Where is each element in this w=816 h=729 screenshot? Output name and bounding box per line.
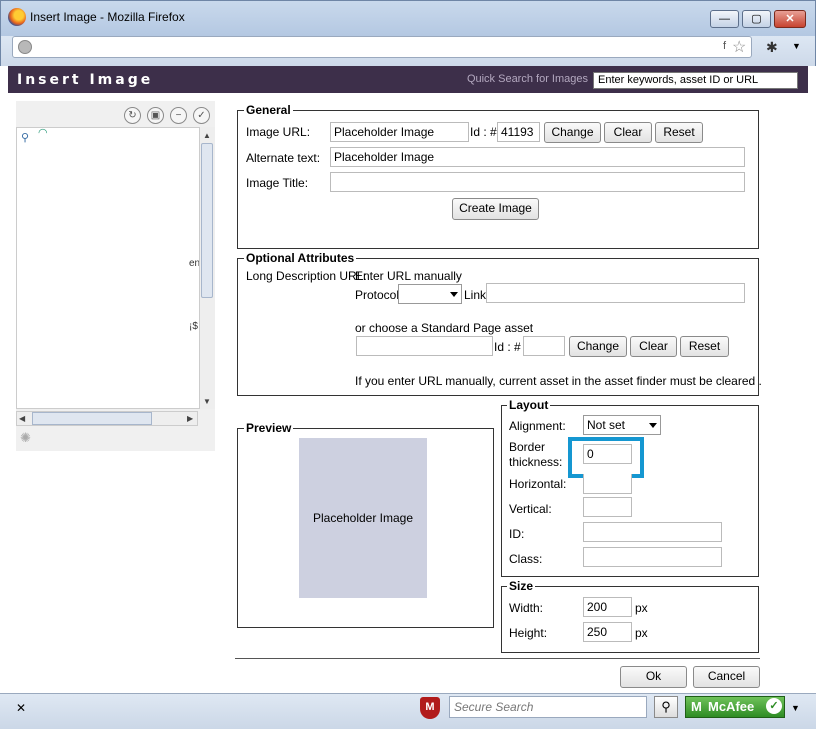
image-preview: Placeholder Image [299, 438, 427, 598]
chevron-down-icon[interactable]: ▼ [791, 703, 800, 713]
firefox-icon [8, 8, 26, 26]
border-label-line2: thickness: [509, 455, 563, 469]
secure-search-input[interactable]: Secure Search [449, 696, 647, 718]
width-unit: px [635, 601, 648, 615]
height-field[interactable]: 250 [583, 622, 632, 642]
image-icon[interactable]: ▣ [147, 107, 164, 124]
layout-legend: Layout [507, 398, 551, 412]
general-id-label: Id : # [470, 125, 497, 139]
scroll-right-icon[interactable]: ▶ [187, 414, 193, 423]
protocol-label: Protocol [355, 288, 400, 302]
image-url-field[interactable]: Placeholder Image [330, 122, 469, 142]
long-description-label: Long Description URL: [246, 269, 367, 283]
height-label: Height: [509, 626, 548, 640]
tree-node-icon[interactable]: ◠ [38, 126, 48, 139]
scroll-left-icon[interactable]: ◀ [19, 414, 25, 423]
mcafee-shield-icon[interactable]: M [420, 697, 440, 719]
dialog-title: Insert Image [17, 72, 154, 88]
horizontal-spacing-field[interactable] [583, 474, 632, 494]
optional-id-label: Id : # [494, 340, 521, 354]
alternate-text-field[interactable]: Placeholder Image [330, 147, 745, 167]
general-clear-button[interactable]: Clear [604, 122, 652, 143]
tree-root-icon[interactable]: ⚲ [21, 131, 29, 144]
alignment-value: Not set [587, 418, 626, 432]
chevron-down-icon[interactable]: ▼ [792, 41, 801, 51]
link-label: Link [464, 288, 487, 302]
id-field[interactable] [583, 522, 722, 542]
check-icon[interactable]: ✓ [193, 107, 210, 124]
image-title-field[interactable] [330, 172, 745, 192]
alignment-label: Alignment: [509, 419, 566, 433]
optional-id-field[interactable] [523, 336, 565, 356]
horizontal-label: Horizontal: [509, 477, 567, 491]
border-label-line1: Border [509, 440, 546, 454]
create-image-button[interactable]: Create Image [452, 198, 539, 220]
bookmark-star-icon[interactable]: ☆ [732, 37, 746, 57]
ok-button[interactable]: Ok [620, 666, 687, 688]
general-reset-button[interactable]: Reset [655, 122, 703, 143]
cancel-button[interactable]: Cancel [693, 666, 760, 688]
dialog-header: Insert Image Quick Search for Images Ent… [8, 66, 808, 93]
close-statusbar-icon[interactable]: ✕ [16, 701, 26, 715]
scroll-thumb[interactable] [201, 143, 213, 298]
quick-search-input[interactable]: Enter keywords, asset ID or URL [593, 72, 798, 89]
vertical-label: Vertical: [509, 502, 552, 516]
minimize-button[interactable]: — [710, 10, 739, 28]
class-field[interactable] [583, 547, 722, 567]
width-label: Width: [509, 601, 544, 615]
alignment-select[interactable]: Not set [583, 415, 661, 435]
dropdown-caret-icon [450, 292, 458, 297]
general-id-field[interactable]: 41193 [497, 122, 540, 142]
highlight-box [568, 437, 644, 478]
class-label: Class: [509, 552, 543, 566]
image-title-label: Image Title: [246, 176, 309, 190]
general-change-button[interactable]: Change [544, 122, 601, 143]
window-title: Insert Image - Mozilla Firefox [30, 10, 185, 24]
image-url-label: Image URL: [246, 125, 311, 139]
scroll-up-icon[interactable]: ▲ [203, 131, 211, 140]
check-icon: ✓ [766, 698, 782, 714]
optional-attributes-legend: Optional Attributes [244, 251, 357, 265]
globe-icon [18, 40, 32, 54]
url-field[interactable]: f ☆ [12, 36, 752, 58]
manual-url-note: If you enter URL manually, current asset… [355, 374, 762, 388]
quick-search-label: Quick Search for Images [466, 73, 588, 85]
mcafee-label: McAfee [708, 699, 755, 714]
protocol-select[interactable] [398, 284, 462, 304]
divider [235, 658, 760, 659]
dropdown-caret-icon [649, 423, 657, 428]
loading-spinner-icon: ✺ [20, 430, 31, 445]
minus-icon[interactable]: − [170, 107, 187, 124]
optional-clear-button[interactable]: Clear [630, 336, 677, 357]
preview-legend: Preview [244, 421, 294, 435]
url-toolbar: f ☆ ✱ ▼ [0, 36, 816, 66]
standard-page-asset-field[interactable] [356, 336, 493, 356]
id-label: ID: [509, 527, 525, 541]
alternate-text-label: Alternate text: [246, 151, 321, 165]
choose-asset-text: or choose a Standard Page asset [355, 321, 534, 335]
tree-text-fragment: ¡$ [189, 321, 198, 332]
f-icon: f [723, 40, 727, 52]
mcafee-m-icon: M [691, 699, 702, 714]
maximize-button[interactable]: ▢ [742, 10, 771, 28]
refresh-icon[interactable]: ↻ [124, 107, 141, 124]
mcafee-badge[interactable]: M McAfee ✓ [685, 696, 785, 718]
size-legend: Size [507, 579, 536, 593]
optional-reset-button[interactable]: Reset [680, 336, 729, 357]
close-window-button[interactable]: ✕ [774, 10, 806, 28]
general-legend: General [244, 103, 293, 117]
width-field[interactable]: 200 [583, 597, 632, 617]
addon-icon[interactable]: ✱ [766, 39, 778, 56]
enter-manually-text: Enter URL manually [355, 269, 462, 283]
scroll-down-icon[interactable]: ▼ [203, 397, 211, 406]
asset-tree[interactable] [16, 127, 215, 409]
scroll-thumb[interactable] [32, 412, 152, 425]
optional-change-button[interactable]: Change [569, 336, 627, 357]
search-icon[interactable]: ⚲ [654, 696, 678, 718]
link-field[interactable] [486, 283, 745, 303]
height-unit: px [635, 626, 648, 640]
vertical-spacing-field[interactable] [583, 497, 632, 517]
